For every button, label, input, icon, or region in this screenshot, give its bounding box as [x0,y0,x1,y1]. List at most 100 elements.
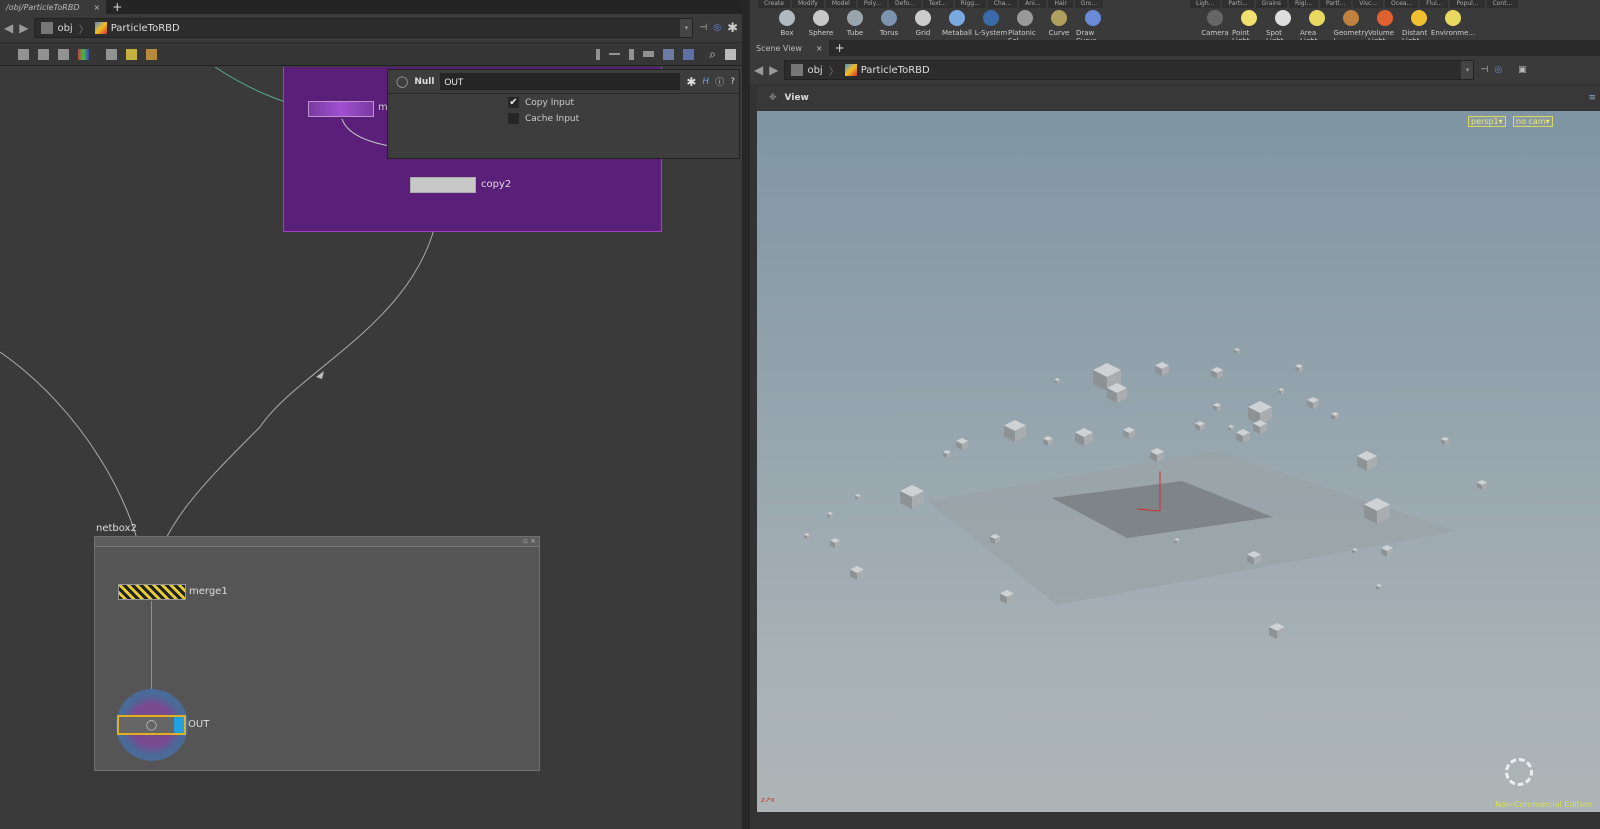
node-merge1[interactable] [118,584,186,600]
shelf-tab[interactable]: Cha... [987,0,1018,8]
shelf-tab[interactable]: Rigg... [954,0,986,8]
rbd-cube [1213,403,1221,411]
rbd-cube [1441,437,1449,445]
shelf-tab[interactable]: Poly... [857,0,888,8]
path-dropdown[interactable]: ▾ [680,19,693,37]
sticky-note-icon[interactable] [126,48,137,60]
display-options-icon[interactable]: ▣ [1518,65,1527,75]
breadcrumb-obj[interactable]: obj [41,22,73,34]
shelf-tab[interactable]: Gro... [1074,0,1104,8]
rbd-cube [1211,367,1223,379]
path-field[interactable]: obj 〉 ParticleToRBD ▾ [784,60,1475,80]
pane-splitter[interactable] [742,0,750,829]
netbox-close-icon[interactable]: ▫ × [95,537,539,547]
obj-icon [41,22,54,34]
path-field[interactable]: obj 〉 ParticleToRBD ▾ [34,18,694,38]
node-name-field[interactable] [440,73,681,90]
tree-view-icon[interactable] [18,48,29,60]
checkbox[interactable]: ✔ [508,97,519,108]
add-tab-icon[interactable]: + [106,0,128,14]
shelf-tab[interactable]: Hair [1048,0,1073,8]
node-label-out: OUT [188,719,210,730]
dash-icon[interactable] [609,53,621,55]
tab-network[interactable]: /obj/ParticleToRBD × [0,0,107,14]
shelf-tab[interactable]: Visc... [1353,0,1384,8]
tool-icon [949,10,965,26]
shelf-tab[interactable]: Flui... [1420,0,1449,8]
details-view-icon[interactable] [58,48,69,60]
breadcrumb-current[interactable]: ParticleToRBD [844,64,930,76]
info-icon[interactable]: ⓘ [715,75,724,88]
pin-icon[interactable]: ⊣ [699,23,707,33]
shelf-tab[interactable]: Parti... [1222,0,1254,8]
subnet-icon[interactable] [146,48,157,60]
stack-icon[interactable] [643,51,655,57]
preview-icon[interactable] [725,48,736,60]
rbd-cube [1004,420,1026,442]
snap-grid-icon[interactable] [683,48,695,60]
shelf-tab[interactable]: Cont... [1486,0,1519,8]
shelf-tab[interactable]: Ocea... [1385,0,1419,8]
path-dropdown[interactable]: ▾ [1461,61,1474,79]
shelf-tab[interactable]: Model [825,0,856,8]
viewport-layout-icon[interactable]: ≡ [1588,93,1596,103]
shelf-tab[interactable]: Rigi... [1288,0,1319,8]
shelf-tab[interactable]: Partl... [1320,0,1352,8]
shelf-tab[interactable]: Grains [1255,0,1287,8]
cache-input-checkbox[interactable]: Cache Input [508,113,579,124]
shelf-tab[interactable]: Create [758,0,790,8]
breadcrumb-current[interactable]: ParticleToRBD [94,22,180,34]
pin-icon[interactable]: ⊣ [1480,65,1488,75]
geo-icon [844,64,857,76]
network-editor-pane: /obj/ParticleToRBD × + ◀ ▶ obj 〉 Particle… [0,0,742,829]
shelf-tab[interactable]: Popul... [1450,0,1485,8]
color-palette-icon[interactable] [78,48,89,60]
forward-icon[interactable]: ▶ [19,21,28,35]
tool-label: Sphere [808,29,834,37]
search-icon[interactable]: ⌕ [709,47,716,62]
add-tab-icon[interactable]: + [829,41,851,55]
rbd-cube [1195,421,1205,431]
node-copy2[interactable] [410,177,476,193]
wire [151,196,441,583]
breadcrumb-obj[interactable]: obj [791,64,823,76]
copy-input-checkbox[interactable]: ✔ Copy Input [508,97,574,108]
node-out[interactable]: ◯ [117,715,186,735]
checkbox[interactable] [508,113,519,124]
shelf-tabs-left: Create Modify Model Poly... Defo... Text... Ri… [758,0,1178,8]
list-view-icon[interactable] [38,48,49,60]
shelf-tab[interactable]: Defo... [889,0,921,8]
link-icon[interactable]: ◎ [1494,65,1502,75]
3d-viewport[interactable]: persp1▾ no cam▾ z↗x Non-Commercial Editi… [757,111,1600,812]
close-icon[interactable]: × [816,44,823,53]
help-h-icon[interactable]: H [702,77,709,87]
align-icon[interactable] [629,48,635,60]
rbd-cube [1228,425,1234,431]
node-partial[interactable] [308,101,374,117]
cam-menu[interactable]: no cam▾ [1513,116,1553,127]
grid-icon[interactable] [663,48,675,60]
view-tools-icon[interactable]: ✥ [769,93,777,103]
gear-icon[interactable]: ✱ [686,75,696,89]
help-icon[interactable]: ? [730,77,735,87]
view-orbit-icon[interactable] [1505,758,1533,786]
rbd-cube [1000,590,1014,604]
forward-icon[interactable]: ▶ [769,63,778,77]
back-icon[interactable]: ◀ [754,63,763,77]
node-label-copy2: copy2 [481,179,512,190]
layout-icon[interactable] [596,48,601,60]
rbd-cube [827,512,833,518]
network-canvas[interactable]: m copy2 netbox2 ▫ × merge1 ◯ OUT [0,67,742,812]
shelf-tab[interactable]: Ani... [1019,0,1047,8]
tool-icon [1017,10,1033,26]
link-icon[interactable]: ◎ [713,23,721,33]
shelf-tab[interactable]: Modify [791,0,824,8]
back-icon[interactable]: ◀ [4,21,13,35]
gear-icon[interactable]: ✱ [727,21,738,36]
tab-scene-view[interactable]: Scene View × [750,40,829,56]
camera-menu[interactable]: persp1▾ [1468,116,1506,127]
network-box-icon[interactable] [106,48,117,60]
shelf-tab[interactable]: Text... [922,0,953,8]
close-icon[interactable]: × [94,3,101,12]
shelf-tab[interactable]: Ligh... [1190,0,1221,8]
